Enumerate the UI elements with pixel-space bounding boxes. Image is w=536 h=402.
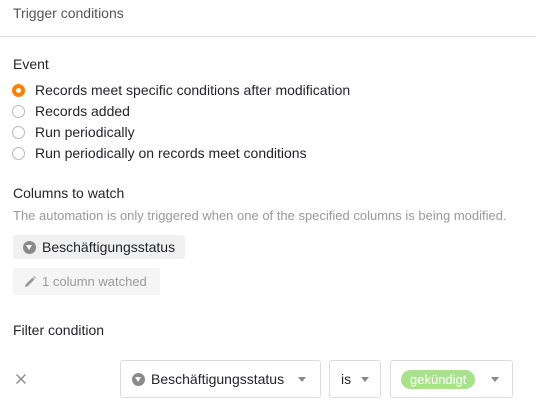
chevron-down-icon — [298, 377, 306, 382]
radio-label: Records added — [35, 103, 130, 119]
filter-operator-select[interactable]: is — [329, 360, 381, 398]
radio-label: Run periodically on records meet conditi… — [35, 145, 307, 161]
pencil-icon — [25, 275, 36, 287]
radio-button[interactable] — [12, 104, 25, 118]
radio-label: Records meet specific conditions after m… — [35, 82, 351, 98]
close-icon[interactable] — [14, 372, 28, 386]
radio-button[interactable] — [12, 125, 25, 139]
radio-option-run-periodically-on-conditions[interactable]: Run periodically on records meet conditi… — [12, 144, 307, 162]
filter-value-select[interactable]: gekündigt — [390, 360, 513, 398]
status-badge: gekündigt — [401, 369, 476, 389]
radio-option-records-added[interactable]: Records added — [12, 102, 130, 120]
single-select-icon — [132, 372, 145, 386]
single-select-icon — [23, 240, 36, 254]
columns-watched-button[interactable]: 1 column watched — [13, 268, 160, 295]
filter-condition-label: Filter condition — [13, 322, 105, 338]
chevron-down-icon — [361, 377, 369, 382]
columns-to-watch-label: Columns to watch — [13, 185, 125, 201]
columns-watched-label: 1 column watched — [42, 274, 147, 289]
radio-option-conditions-after-modification[interactable]: Records meet specific conditions after m… — [12, 81, 350, 99]
radio-button[interactable] — [12, 146, 25, 160]
chevron-down-icon — [491, 377, 499, 382]
columns-hint: The automation is only triggered when on… — [13, 208, 507, 223]
filter-column-value: Beschäftigungsstatus — [151, 371, 285, 387]
watched-column-chip: Beschäftigungsstatus — [13, 235, 186, 259]
chip-label: Beschäftigungsstatus — [42, 239, 176, 255]
filter-operator-value: is — [341, 371, 352, 387]
header-divider — [0, 36, 536, 37]
filter-column-select[interactable]: Beschäftigungsstatus — [120, 360, 321, 398]
radio-option-run-periodically[interactable]: Run periodically — [12, 123, 135, 141]
radio-button[interactable] — [12, 83, 25, 97]
panel-title: Trigger conditions — [13, 5, 124, 21]
event-label: Event — [13, 56, 49, 72]
radio-label: Run periodically — [35, 124, 135, 140]
